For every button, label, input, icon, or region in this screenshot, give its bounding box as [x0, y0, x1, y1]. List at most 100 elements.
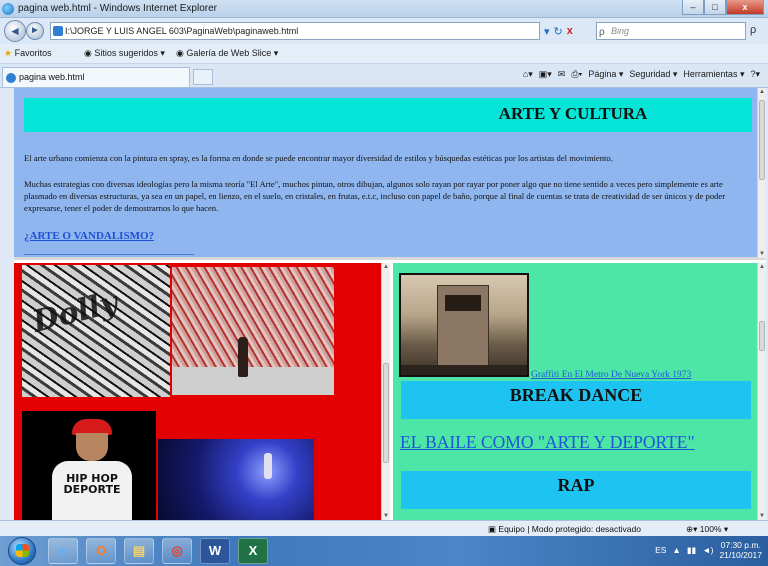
- windows-logo-icon: [16, 544, 29, 557]
- rap-bar: RAP: [401, 471, 751, 509]
- status-bar: ▣ Equipo | Modo protegido: desactivado ⊕…: [0, 520, 768, 536]
- minimize-button[interactable]: –: [682, 0, 704, 15]
- scroll-up-icon[interactable]: ▲: [382, 263, 390, 271]
- break-dance-heading: BREAK DANCE: [509, 385, 643, 405]
- window-titlebar: pagina web.html - Windows Internet Explo…: [0, 0, 768, 18]
- clock[interactable]: 07:30 p.m. 21/10/2017: [719, 540, 762, 560]
- scroll-down-icon[interactable]: ▼: [758, 250, 766, 258]
- home-icon[interactable]: ⌂▾: [523, 69, 533, 80]
- maximize-button[interactable]: □: [704, 0, 726, 15]
- scroll-up-icon[interactable]: ▲: [758, 88, 766, 96]
- taskbar-office-button[interactable]: O: [86, 538, 116, 564]
- web-slice-gallery-button[interactable]: ◉ Galería de Web Slice ▾: [176, 48, 278, 59]
- frame-top: ARTE Y CULTURA El arte urbano comienza c…: [14, 88, 766, 260]
- window-controls: – □ x: [682, 0, 764, 15]
- face-shape: [76, 433, 108, 461]
- search-icon: ρ: [599, 27, 605, 38]
- menu-page[interactable]: Página ▾: [588, 69, 623, 80]
- window-title: pagina web.html - Windows Internet Explo…: [18, 3, 217, 14]
- subway-caption-link[interactable]: Graffiti En El Metro De Nueva York 1973: [531, 370, 691, 380]
- clock-date: 21/10/2017: [719, 550, 762, 560]
- protected-mode-status: ▣ Equipo | Modo protegido: desactivado: [488, 524, 641, 535]
- top-frame-scrollbar[interactable]: ▲ ▼: [757, 88, 766, 258]
- graffiti-tag-text: Dolly: [29, 285, 122, 340]
- ie-page-icon: ◉: [84, 48, 92, 58]
- suggested-sites-button[interactable]: ◉ Sitios sugeridos ▾: [84, 48, 165, 59]
- back-button[interactable]: ◄: [4, 20, 26, 42]
- new-tab-button[interactable]: [193, 69, 213, 85]
- break-dance-bar: BREAK DANCE: [401, 381, 751, 419]
- language-indicator[interactable]: ES: [655, 545, 666, 555]
- ie-logo-icon: [2, 3, 14, 15]
- arte-o-vandalismo-link[interactable]: ¿ARTE O VANDALISMO?: [24, 230, 154, 242]
- help-icon[interactable]: ?▾: [750, 69, 760, 80]
- search-go-button[interactable]: ρ: [750, 24, 756, 36]
- url-field[interactable]: I:\JORGE Y LUIS ANGEL 603\PaginaWeb\pagi…: [50, 22, 540, 40]
- taskbar-word-button[interactable]: W: [200, 538, 230, 564]
- taskbar: e O ▤ ◎ W X ES ▲ ▮▮ ◄) 07:30 p.m. 21/10/…: [0, 536, 768, 566]
- mail-icon[interactable]: ✉: [558, 69, 566, 80]
- zoom-control[interactable]: ⊕▾ 100% ▾: [686, 524, 728, 535]
- feeds-icon[interactable]: ▣▾: [539, 69, 552, 80]
- print-icon[interactable]: ⎙▾: [571, 69, 582, 80]
- search-placeholder: Bing: [611, 26, 630, 36]
- suggested-sites-label: Sitios sugeridos ▾: [94, 48, 165, 58]
- page-icon: [53, 26, 63, 36]
- baile-arte-deporte-link[interactable]: EL BAILE COMO "ARTE Y DEPORTE": [400, 432, 695, 453]
- ie-page-icon: [6, 73, 16, 83]
- menu-security[interactable]: Seguridad ▾: [629, 69, 677, 80]
- network-icon[interactable]: ▮▮: [687, 545, 696, 556]
- address-bar: ◄ ► I:\JORGE Y LUIS ANGEL 603\PaginaWeb\…: [0, 18, 768, 44]
- stop-icon[interactable]: x: [567, 25, 573, 37]
- graffiti-tag-image: Dolly: [22, 265, 170, 397]
- refresh-icon[interactable]: ↻: [554, 25, 563, 38]
- scroll-thumb[interactable]: [383, 363, 389, 463]
- subway-track: [401, 365, 527, 375]
- chevron-up-icon[interactable]: ▲: [672, 545, 680, 555]
- forward-button[interactable]: ►: [26, 22, 44, 40]
- dropdown-icon[interactable]: ▾: [544, 25, 550, 38]
- favorites-button[interactable]: ★ Favoritos: [4, 48, 52, 59]
- scroll-thumb[interactable]: [759, 100, 765, 180]
- concert-image: [158, 439, 314, 520]
- search-input[interactable]: ρ Bing: [596, 22, 746, 40]
- close-button[interactable]: x: [726, 0, 764, 15]
- zoom-level: 100%: [699, 524, 722, 534]
- clock-time: 07:30 p.m.: [720, 540, 761, 550]
- favorites-label: Favoritos: [14, 48, 52, 58]
- divider: [24, 254, 194, 255]
- favorites-bar: ★ Favoritos ◉ Sitios sugeridos ▾ ◉ Galer…: [0, 44, 768, 64]
- left-frame-scrollbar[interactable]: ▲ ▼: [381, 263, 390, 520]
- frame-right-sections: Graffiti En El Metro De Nueva York 1973 …: [393, 263, 766, 520]
- taskbar-ie-button[interactable]: e: [48, 538, 78, 564]
- taskbar-explorer-button[interactable]: ▤: [124, 538, 154, 564]
- scroll-up-icon[interactable]: ▲: [758, 263, 766, 271]
- scroll-thumb[interactable]: [759, 321, 765, 351]
- tab-title: pagina web.html: [19, 72, 85, 82]
- chevron-down-icon: ▾: [723, 524, 729, 534]
- start-button[interactable]: [8, 537, 36, 565]
- tab-pagina-web[interactable]: pagina web.html: [2, 67, 190, 87]
- volume-icon[interactable]: ◄): [702, 545, 713, 555]
- system-tray: ES ▲ ▮▮ ◄) 07:30 p.m. 21/10/2017: [655, 540, 762, 560]
- subway-graffiti-image: [399, 273, 529, 377]
- status-zone-text: Equipo | Modo protegido: desactivado: [498, 524, 641, 534]
- scroll-down-icon[interactable]: ▼: [758, 512, 766, 520]
- scroll-down-icon[interactable]: ▼: [382, 512, 390, 520]
- subway-window: [445, 295, 481, 311]
- taskbar-excel-button[interactable]: X: [238, 538, 268, 564]
- sidewalk: [172, 367, 334, 395]
- url-text: I:\JORGE Y LUIS ANGEL 603\PaginaWeb\pagi…: [65, 26, 299, 36]
- page-heading: ARTE Y CULTURA: [498, 104, 648, 123]
- menu-tools[interactable]: Herramientas ▾: [683, 69, 744, 80]
- heading-bar: ARTE Y CULTURA: [24, 98, 752, 132]
- frame-left-gallery: Dolly HIP HOP DEPORTE ▲ ▼: [14, 263, 390, 520]
- paragraph-1: El arte urbano comienza con la pintura e…: [24, 153, 613, 163]
- taskbar-chrome-button[interactable]: ◎: [162, 538, 192, 564]
- address-tools: ▾ ↻ x: [544, 22, 590, 40]
- paragraph-2: Muchas estrategias con diversas ideologí…: [24, 179, 726, 213]
- web-slice-gallery-label: Galería de Web Slice ▾: [186, 48, 279, 58]
- right-frame-scrollbar[interactable]: ▲ ▼: [757, 263, 766, 520]
- page-content: ARTE Y CULTURA El arte urbano comienza c…: [14, 88, 766, 520]
- shirt-text: HIP HOP DEPORTE: [63, 472, 121, 496]
